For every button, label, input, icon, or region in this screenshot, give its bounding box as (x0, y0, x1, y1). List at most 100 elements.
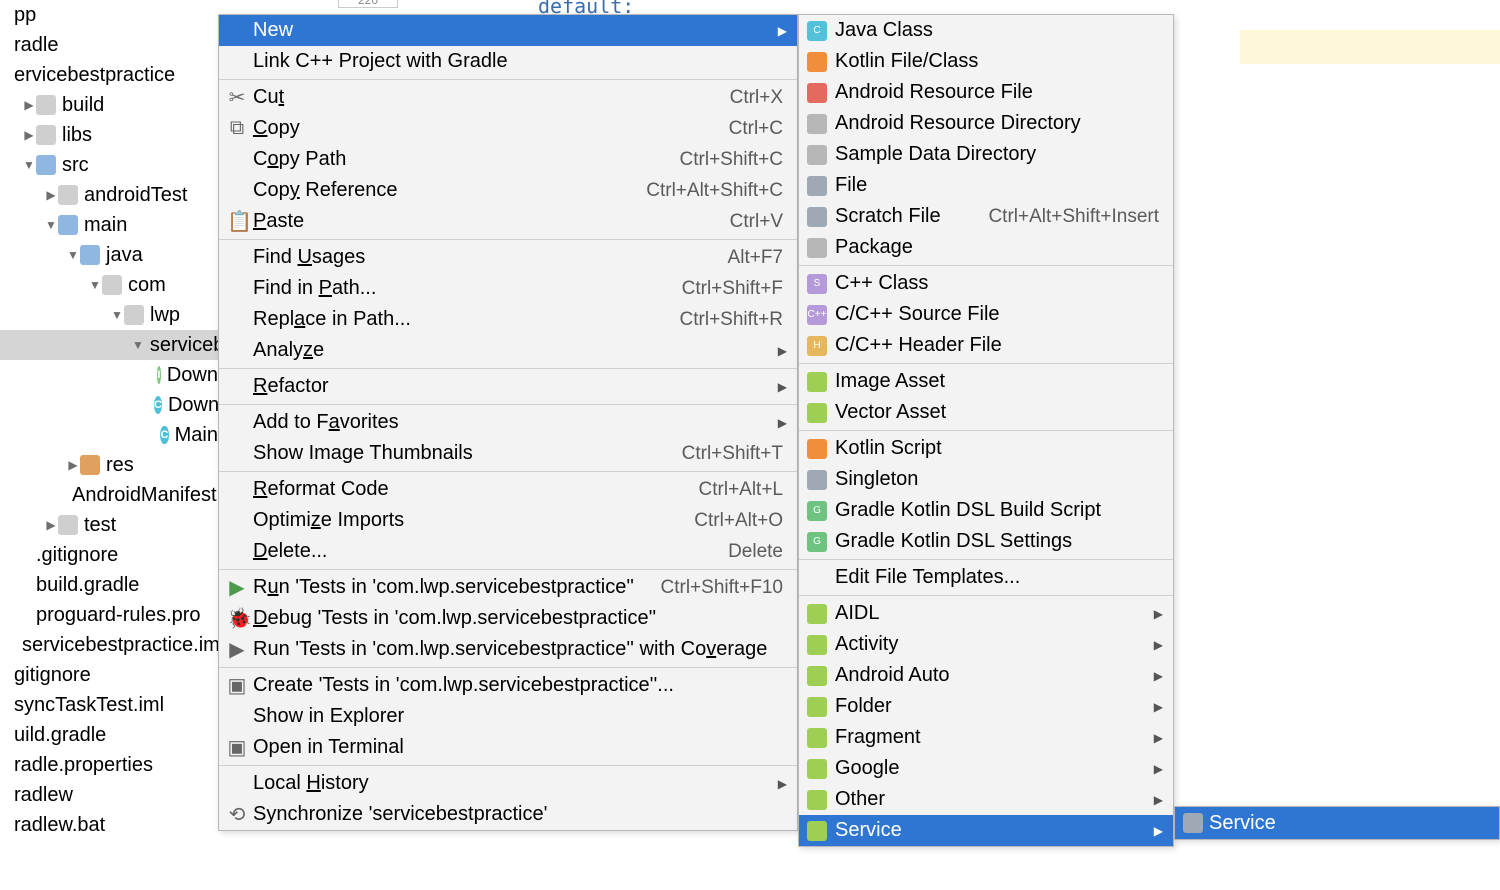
expand-arrow-icon[interactable]: ▶ (66, 458, 80, 472)
tree-item-label: .gitignore (36, 544, 118, 567)
submenu-item[interactable]: Image Asset (799, 366, 1173, 397)
expand-arrow-icon[interactable]: ▼ (66, 248, 80, 262)
menu-item[interactable]: Local History▶ (219, 768, 797, 799)
tree-item[interactable]: ▶libs (0, 120, 218, 150)
submenu-item[interactable]: SC++ Class (799, 268, 1173, 299)
tree-item[interactable]: .gitignore (0, 540, 218, 570)
expand-arrow-icon[interactable]: ▼ (110, 308, 124, 322)
submenu-item[interactable]: Folder▶ (799, 691, 1173, 722)
submenu-arrow-icon: ▶ (1154, 607, 1163, 621)
menu-item[interactable]: Find UsagesAlt+F7 (219, 242, 797, 273)
submenu-item[interactable]: Edit File Templates... (799, 562, 1173, 593)
menu-item[interactable]: 📋PasteCtrl+V (219, 206, 797, 237)
submenu-item[interactable]: Vector Asset (799, 397, 1173, 428)
tree-item[interactable]: CDown (0, 390, 218, 420)
expand-arrow-icon[interactable]: ▼ (44, 218, 58, 232)
menu-item[interactable]: ⟲Synchronize 'servicebestpractice' (219, 799, 797, 830)
menu-item[interactable]: Optimize ImportsCtrl+Alt+O (219, 505, 797, 536)
context-menu[interactable]: New▶Link C++ Project with Gradle ✂CutCtrl… (218, 14, 798, 831)
tree-item[interactable]: pp (0, 0, 218, 30)
menu-item[interactable]: Link C++ Project with Gradle (219, 46, 797, 77)
tree-item[interactable]: build.gradle (0, 570, 218, 600)
menu-item[interactable]: Copy PathCtrl+Shift+C (219, 144, 797, 175)
tree-item[interactable]: ▶res (0, 450, 218, 480)
menu-item[interactable]: ▣Create 'Tests in 'com.lwp.servicebestpr… (219, 670, 797, 701)
submenu-item[interactable]: Scratch FileCtrl+Alt+Shift+Insert (799, 201, 1173, 232)
submenu-item[interactable]: C++C/C++ Source File (799, 299, 1173, 330)
tree-item[interactable]: ▼serviceb (0, 330, 218, 360)
tree-item[interactable]: ▶test (0, 510, 218, 540)
tree-item[interactable]: AndroidManifest.x (0, 480, 218, 510)
expand-arrow-icon[interactable]: ▶ (44, 188, 58, 202)
submenu-item[interactable]: Package (799, 232, 1173, 263)
expand-arrow-icon[interactable]: ▼ (132, 338, 144, 352)
submenu-item[interactable]: CJava Class (799, 15, 1173, 46)
submenu-item[interactable]: Android Auto▶ (799, 660, 1173, 691)
menu-item[interactable]: Find in Path...Ctrl+Shift+F (219, 273, 797, 304)
submenu-item[interactable]: HC/C++ Header File (799, 330, 1173, 361)
tree-item[interactable]: ervicebestpractice (0, 60, 218, 90)
expand-arrow-icon[interactable]: ▶ (22, 98, 36, 112)
expand-arrow-icon[interactable]: ▶ (22, 128, 36, 142)
submenu-item[interactable]: GGradle Kotlin DSL Settings (799, 526, 1173, 557)
submenu-item[interactable]: GGradle Kotlin DSL Build Script (799, 495, 1173, 526)
submenu-item[interactable]: Activity▶ (799, 629, 1173, 660)
submenu-item[interactable]: Sample Data Directory (799, 139, 1173, 170)
tree-item[interactable]: ▶build (0, 90, 218, 120)
tree-item[interactable]: syncTaskTest.iml (0, 690, 218, 720)
submenu-item[interactable]: Google▶ (799, 753, 1173, 784)
menu-item[interactable]: ▶Run 'Tests in 'com.lwp.servicebestpract… (219, 634, 797, 665)
tree-item[interactable]: radlew.bat (0, 810, 218, 840)
service-submenu[interactable]: Service (1174, 806, 1500, 840)
submenu-item[interactable]: Singleton (799, 464, 1173, 495)
tree-item[interactable]: ▼src (0, 150, 218, 180)
new-submenu[interactable]: CJava ClassKotlin File/ClassAndroid Reso… (798, 14, 1174, 847)
submenu-item[interactable]: Service (1175, 807, 1499, 839)
project-tree[interactable]: ppradleervicebestpractice▶build▶libs▼src… (0, 0, 218, 890)
tree-item[interactable]: radle.properties (0, 750, 218, 780)
expand-arrow-icon[interactable]: ▼ (88, 278, 102, 292)
tree-item[interactable]: IDown (0, 360, 218, 390)
submenu-item[interactable]: Fragment▶ (799, 722, 1173, 753)
tree-item[interactable]: ▼com (0, 270, 218, 300)
tree-item[interactable]: gitignore (0, 660, 218, 690)
submenu-item[interactable]: Android Resource Directory (799, 108, 1173, 139)
tree-item[interactable]: CMain (0, 420, 218, 450)
menu-item[interactable]: New▶ (219, 15, 797, 46)
menu-item[interactable]: Reformat CodeCtrl+Alt+L (219, 474, 797, 505)
tree-item[interactable]: ▼lwp (0, 300, 218, 330)
menu-item[interactable]: Analyze▶ (219, 335, 797, 366)
submenu-item[interactable]: File (799, 170, 1173, 201)
expand-arrow-icon[interactable]: ▶ (44, 518, 58, 532)
tree-item[interactable]: servicebestpractice.iml (0, 630, 218, 660)
menu-item[interactable]: Add to Favorites▶ (219, 407, 797, 438)
tree-item[interactable]: radlew (0, 780, 218, 810)
menu-item[interactable]: ⧉CopyCtrl+C (219, 113, 797, 144)
tree-item-label: gitignore (14, 664, 91, 687)
submenu-item[interactable]: AIDL▶ (799, 598, 1173, 629)
menu-separator (799, 265, 1173, 266)
menu-item[interactable]: ✂CutCtrl+X (219, 82, 797, 113)
menu-item[interactable]: ▶Run 'Tests in 'com.lwp.servicebestpract… (219, 572, 797, 603)
tree-item[interactable]: ▶androidTest (0, 180, 218, 210)
menu-item[interactable]: Show Image ThumbnailsCtrl+Shift+T (219, 438, 797, 469)
tree-item[interactable]: uild.gradle (0, 720, 218, 750)
tree-item[interactable]: proguard-rules.pro (0, 600, 218, 630)
menu-item[interactable]: Delete...Delete (219, 536, 797, 567)
tree-item[interactable]: ▼java (0, 240, 218, 270)
expand-arrow-icon[interactable]: ▼ (22, 158, 36, 172)
submenu-item[interactable]: Android Resource File (799, 77, 1173, 108)
submenu-item[interactable]: Kotlin File/Class (799, 46, 1173, 77)
menu-item[interactable]: Show in Explorer (219, 701, 797, 732)
menu-item[interactable]: 🐞Debug 'Tests in 'com.lwp.servicebestpra… (219, 603, 797, 634)
menu-item[interactable]: ▣Open in Terminal (219, 732, 797, 763)
tree-item[interactable]: radle (0, 30, 218, 60)
submenu-item-label: Gradle Kotlin DSL Settings (835, 530, 1159, 553)
tree-item[interactable]: ▼main (0, 210, 218, 240)
submenu-item[interactable]: Service▶ (799, 815, 1173, 846)
menu-item[interactable]: Refactor▶ (219, 371, 797, 402)
submenu-item[interactable]: Kotlin Script (799, 433, 1173, 464)
menu-item[interactable]: Copy ReferenceCtrl+Alt+Shift+C (219, 175, 797, 206)
submenu-item[interactable]: Other▶ (799, 784, 1173, 815)
menu-item[interactable]: Replace in Path...Ctrl+Shift+R (219, 304, 797, 335)
